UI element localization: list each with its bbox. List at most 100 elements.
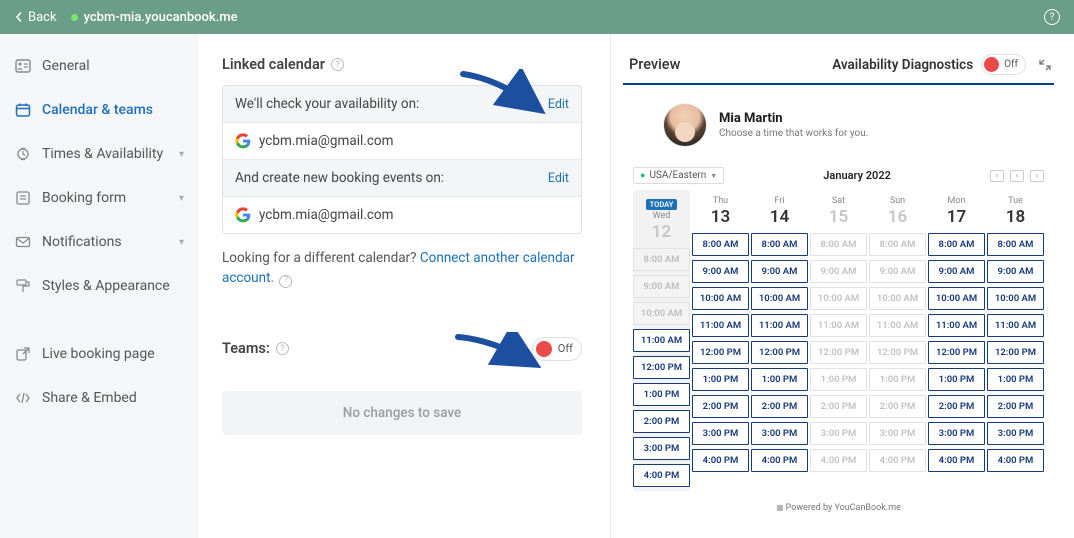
calendar-day-column: TODAYWed128:00 AM9:00 AM10:00 AM11:00 AM… — [633, 190, 690, 491]
preview-footer: Powered by YouCanBook.me — [623, 491, 1054, 523]
time-slot: 8:00 AM — [869, 233, 926, 256]
paint-icon — [14, 278, 32, 294]
time-slot[interactable]: 1:00 PM — [692, 368, 749, 391]
time-slot[interactable]: 2:00 PM — [633, 410, 690, 433]
time-slot[interactable]: 11:00 AM — [987, 314, 1044, 337]
calendar-next-icon[interactable]: › — [1030, 170, 1044, 182]
time-slot[interactable]: 10:00 AM — [751, 287, 808, 310]
time-slot[interactable]: 2:00 PM — [928, 395, 985, 418]
sidebar-item-calendar-teams[interactable]: Calendar & teams — [0, 88, 198, 132]
day-number: 14 — [751, 207, 808, 227]
sidebar-item-share-embed[interactable]: Share & Embed — [0, 376, 198, 420]
help-icon[interactable]: ? — [279, 275, 292, 288]
calendar-day-column: Sat158:00 AM9:00 AM10:00 AM11:00 AM12:00… — [810, 190, 867, 491]
diagnostics-toggle[interactable]: Off — [981, 54, 1026, 75]
sidebar-item-general[interactable]: General — [0, 44, 198, 88]
sidebar-label: Live booking page — [42, 346, 155, 362]
help-icon[interactable]: ? — [331, 58, 344, 71]
time-slot[interactable]: 9:00 AM — [987, 260, 1044, 283]
calendar-grid: TODAYWed128:00 AM9:00 AM10:00 AM11:00 AM… — [623, 190, 1054, 491]
time-slot[interactable]: 11:00 AM — [633, 329, 690, 352]
profile-name: Mia Martin — [719, 111, 868, 126]
time-slot[interactable]: 11:00 AM — [751, 314, 808, 337]
time-slot[interactable]: 3:00 PM — [692, 422, 749, 445]
time-slot[interactable]: 3:00 PM — [633, 437, 690, 460]
calendar-day-column: Thu138:00 AM9:00 AM10:00 AM11:00 AM12:00… — [692, 190, 749, 491]
time-slot[interactable]: 12:00 PM — [987, 341, 1044, 364]
sidebar-item-notifications[interactable]: Notifications ▾ — [0, 220, 198, 264]
time-slot[interactable]: 9:00 AM — [928, 260, 985, 283]
time-slot[interactable]: 1:00 PM — [633, 383, 690, 406]
availability-check-label: We'll check your availability on: — [235, 96, 419, 112]
time-slot[interactable]: 4:00 PM — [751, 449, 808, 472]
time-slot[interactable]: 1:00 PM — [928, 368, 985, 391]
time-slot[interactable]: 12:00 PM — [692, 341, 749, 364]
timezone-value: USA/Eastern — [649, 170, 706, 181]
back-button[interactable]: Back — [14, 10, 57, 25]
time-slot[interactable]: 3:00 PM — [928, 422, 985, 445]
time-slot: 3:00 PM — [869, 422, 926, 445]
time-slot[interactable]: 12:00 PM — [751, 341, 808, 364]
time-slot[interactable]: 3:00 PM — [751, 422, 808, 445]
time-slot[interactable]: 10:00 AM — [987, 287, 1044, 310]
time-slot: 11:00 AM — [869, 314, 926, 337]
sidebar-label: Share & Embed — [42, 390, 137, 406]
sidebar-label: General — [42, 58, 90, 74]
edit-availability-link[interactable]: Edit — [548, 97, 569, 112]
chevron-down-icon: ▾ — [179, 193, 184, 204]
linked-calendar-box: We'll check your availability on: Edit y… — [222, 85, 582, 234]
time-slot[interactable]: 4:00 PM — [928, 449, 985, 472]
timezone-select[interactable]: ● USA/Eastern ▼ — [633, 167, 724, 184]
time-slot[interactable]: 1:00 PM — [987, 368, 1044, 391]
help-icon[interactable]: ? — [276, 342, 289, 355]
time-slot[interactable]: 4:00 PM — [692, 449, 749, 472]
calendar-today-icon[interactable]: ▫ — [990, 170, 1004, 182]
time-slot: 4:00 PM — [869, 449, 926, 472]
time-slot[interactable]: 2:00 PM — [987, 395, 1044, 418]
time-slot[interactable]: 11:00 AM — [928, 314, 985, 337]
time-slot[interactable]: 3:00 PM — [987, 422, 1044, 445]
time-slot: 1:00 PM — [869, 368, 926, 391]
time-slot[interactable]: 8:00 AM — [987, 233, 1044, 256]
day-number: 17 — [928, 207, 985, 227]
time-slot: 8:00 AM — [633, 248, 690, 271]
sidebar-label: Booking form — [42, 190, 126, 206]
time-slot[interactable]: 8:00 AM — [928, 233, 985, 256]
time-slot: 2:00 PM — [810, 395, 867, 418]
time-slot[interactable]: 10:00 AM — [928, 287, 985, 310]
time-slot[interactable]: 10:00 AM — [692, 287, 749, 310]
calendar-day-column: Sun168:00 AM9:00 AM10:00 AM11:00 AM12:00… — [869, 190, 926, 491]
time-slot: 8:00 AM — [810, 233, 867, 256]
time-slot[interactable]: 4:00 PM — [633, 464, 690, 487]
time-slot[interactable]: 8:00 AM — [751, 233, 808, 256]
general-icon — [14, 58, 32, 74]
time-slot[interactable]: 11:00 AM — [692, 314, 749, 337]
availability-calendar-row: ycbm.mia@gmail.com — [223, 122, 581, 159]
time-slot[interactable]: 4:00 PM — [987, 449, 1044, 472]
sidebar-item-times-availability[interactable]: Times & Availability ▾ — [0, 132, 198, 176]
sidebar-item-booking-form[interactable]: Booking form ▾ — [0, 176, 198, 220]
calendar-day-column: Fri148:00 AM9:00 AM10:00 AM11:00 AM12:00… — [751, 190, 808, 491]
time-slot[interactable]: 12:00 PM — [928, 341, 985, 364]
looking-text: Looking for a different calendar? — [222, 250, 420, 266]
sidebar-item-live-booking[interactable]: Live booking page — [0, 332, 198, 376]
time-slot[interactable]: 8:00 AM — [692, 233, 749, 256]
time-slot[interactable]: 1:00 PM — [751, 368, 808, 391]
edit-create-link[interactable]: Edit — [548, 171, 569, 186]
create-events-label: And create new booking events on: — [235, 170, 444, 186]
help-icon[interactable]: ? — [1044, 9, 1060, 25]
time-slot[interactable]: 2:00 PM — [751, 395, 808, 418]
time-slot[interactable]: 9:00 AM — [692, 260, 749, 283]
collapse-icon[interactable] — [1036, 56, 1054, 74]
day-of-week: Sat — [810, 196, 867, 206]
save-button: No changes to save — [222, 391, 582, 435]
day-of-week: Mon — [928, 196, 985, 206]
time-slot: 1:00 PM — [810, 368, 867, 391]
teams-toggle[interactable]: Off — [532, 337, 582, 361]
sidebar-label: Times & Availability — [42, 146, 163, 162]
calendar-prev-icon[interactable]: ‹ — [1010, 170, 1024, 182]
time-slot[interactable]: 9:00 AM — [751, 260, 808, 283]
sidebar-item-styles-appearance[interactable]: Styles & Appearance — [0, 264, 198, 308]
time-slot[interactable]: 2:00 PM — [692, 395, 749, 418]
time-slot[interactable]: 12:00 PM — [633, 356, 690, 379]
